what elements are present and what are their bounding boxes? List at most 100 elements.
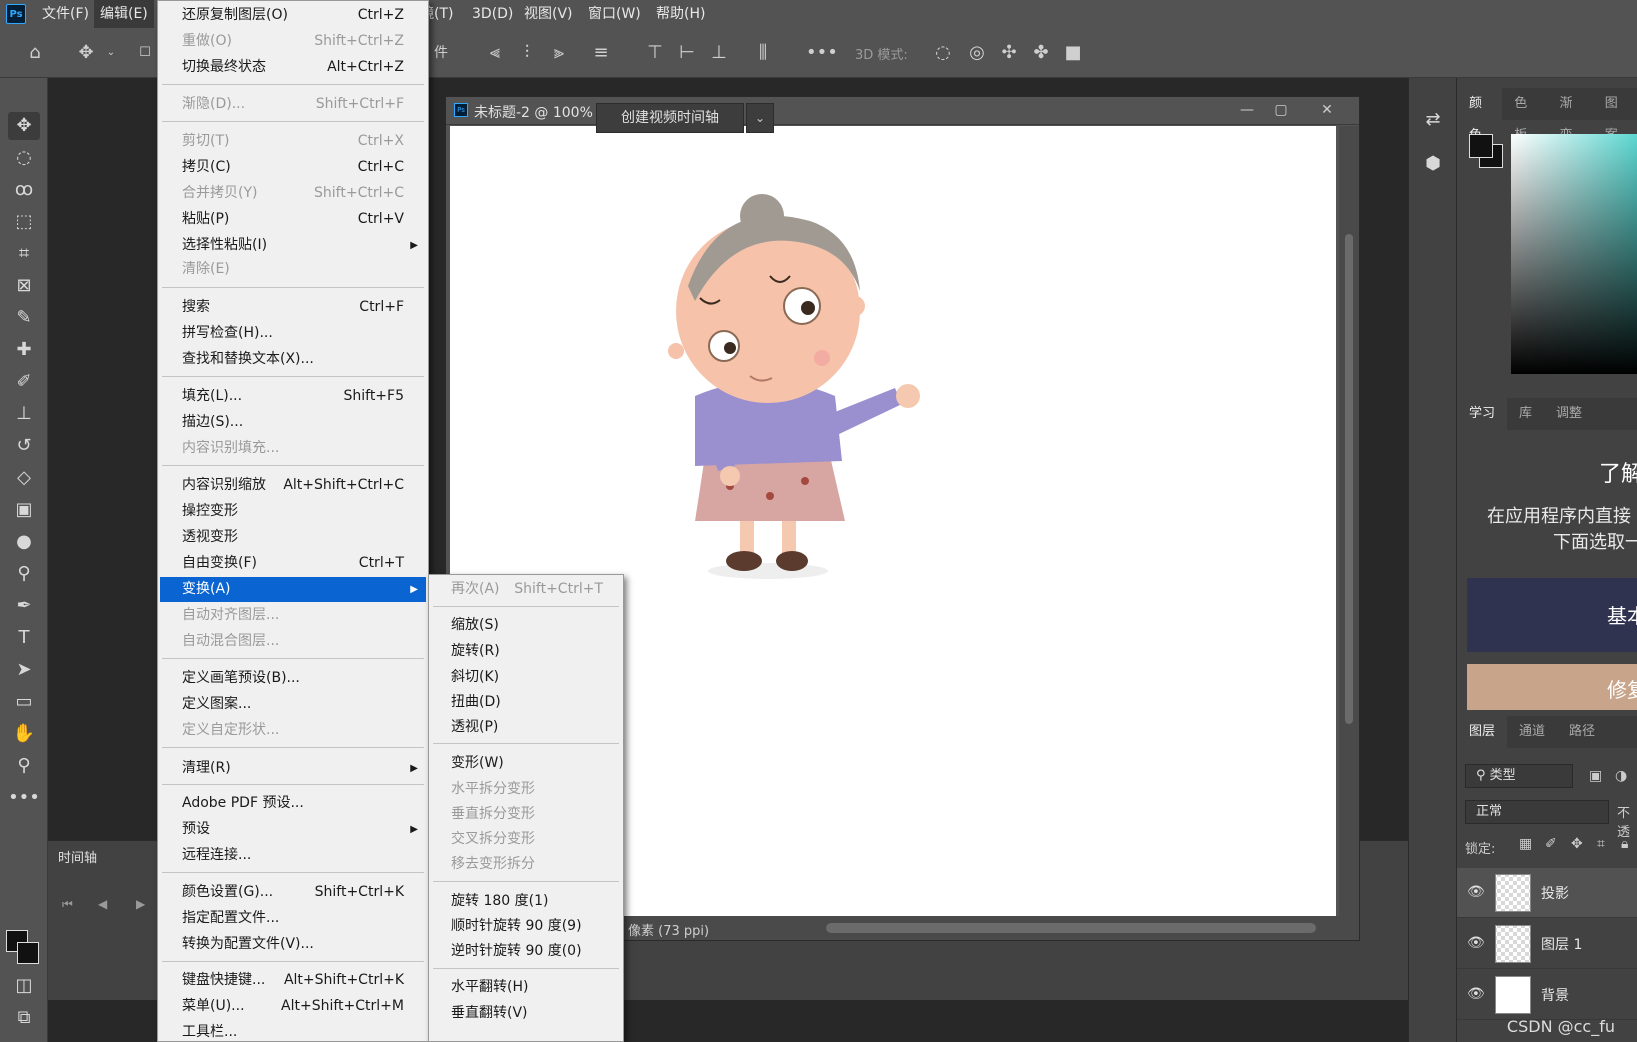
- history-brush-icon[interactable]: ↺: [8, 432, 40, 460]
- zoom-tool-icon[interactable]: ⚲: [8, 752, 40, 780]
- rectangle-tool-icon[interactable]: ▭: [8, 688, 40, 716]
- layer-filter-select[interactable]: ⚲ 类型: [1465, 764, 1573, 788]
- vertical-scroll-thumb[interactable]: [1345, 234, 1353, 724]
- tab-layers[interactable]: 图层: [1457, 716, 1508, 748]
- adjust-filter-icon[interactable]: ◑: [1615, 768, 1627, 784]
- 3d-orbit-icon[interactable]: ◌: [932, 42, 954, 64]
- close-icon[interactable]: ✕: [1313, 99, 1341, 121]
- marquee-tool-icon[interactable]: ◌: [8, 144, 40, 172]
- lock-position-icon[interactable]: ✥: [1571, 836, 1583, 852]
- chevron-down-icon[interactable]: ⌄: [100, 42, 122, 64]
- more-options-icon[interactable]: •••: [806, 42, 838, 64]
- tab-color[interactable]: 颜色: [1457, 88, 1503, 143]
- first-frame-icon[interactable]: ⏮: [62, 897, 73, 912]
- image-filter-icon[interactable]: ▣: [1589, 768, 1602, 784]
- eyedropper-tool-icon[interactable]: ✎: [8, 304, 40, 332]
- menu-item-puppet-warp[interactable]: 操控变形: [160, 499, 426, 524]
- tab-adjustments[interactable]: 调整: [1544, 398, 1594, 430]
- menu-item-free-transform[interactable]: 自由变换(F) Ctrl+T: [160, 551, 426, 576]
- align-middle-icon[interactable]: ⊢: [676, 42, 698, 64]
- history-panel-icon[interactable]: ⇄: [1417, 106, 1449, 134]
- menu-item-perspective-warp[interactable]: 透视变形: [160, 525, 426, 550]
- maximize-icon[interactable]: ▢: [1267, 99, 1295, 121]
- stamp-tool-icon[interactable]: ⊥: [8, 400, 40, 428]
- vertical-scrollbar[interactable]: [1339, 126, 1359, 916]
- menu-item-spell-check[interactable]: 拼写检查(H)...: [160, 321, 426, 346]
- menu-item-fade[interactable]: 渐隐(D)... Shift+Ctrl+F: [160, 92, 426, 117]
- menu-window[interactable]: 窗口(W): [582, 0, 647, 28]
- menu-item-convert-profile[interactable]: 转换为配置文件(V)...: [160, 932, 426, 957]
- menu-file[interactable]: 文件(F): [36, 0, 95, 28]
- menu-edit[interactable]: 编辑(E): [94, 0, 154, 28]
- crop-tool-icon[interactable]: ⌗: [8, 240, 40, 268]
- menu-item-paste[interactable]: 粘贴(P) Ctrl+V: [160, 207, 426, 232]
- submenu-item-distort[interactable]: 扭曲(D): [431, 690, 621, 715]
- lock-transparent-icon[interactable]: ▦: [1519, 836, 1532, 852]
- submenu-item-skew[interactable]: 斜切(K): [431, 665, 621, 690]
- submenu-item-split-horizontal[interactable]: 水平拆分变形: [431, 777, 621, 802]
- align-left-icon[interactable]: ⫷: [484, 42, 506, 64]
- submenu-item-split-cross[interactable]: 交叉拆分变形: [431, 827, 621, 852]
- menu-item-auto-align-layers[interactable]: 自动对齐图层...: [160, 603, 426, 628]
- submenu-item-again[interactable]: 再次(A) Shift+Ctrl+T: [431, 577, 621, 602]
- align-bottom-icon[interactable]: ⊥: [708, 42, 730, 64]
- menu-item-color-settings[interactable]: 颜色设置(G)... Shift+Ctrl+K: [160, 880, 426, 905]
- move-tool-icon[interactable]: ✥: [75, 42, 97, 64]
- 3d-camera-icon[interactable]: ■: [1062, 42, 1084, 64]
- menu-item-menus[interactable]: 菜单(U)... Alt+Shift+Ctrl+M: [160, 994, 426, 1019]
- healing-brush-icon[interactable]: ✚: [8, 336, 40, 364]
- minimize-icon[interactable]: —: [1233, 99, 1261, 121]
- tab-channels[interactable]: 通道: [1507, 716, 1557, 748]
- blend-mode-select[interactable]: 正常: [1465, 800, 1609, 824]
- tab-patterns[interactable]: 图案: [1593, 88, 1637, 143]
- menu-item-copy-merged[interactable]: 合并拷贝(Y) Shift+Ctrl+C: [160, 181, 426, 206]
- menu-3d[interactable]: 3D(D): [466, 0, 519, 28]
- background-color-swatch[interactable]: [17, 942, 39, 964]
- tab-learn[interactable]: 学习: [1457, 398, 1508, 430]
- prev-frame-icon[interactable]: ◀: [98, 897, 107, 911]
- menu-item-paste-special[interactable]: 选择性粘贴(I) ▶: [160, 233, 426, 258]
- menu-item-transform[interactable]: 变换(A) ▶: [160, 577, 426, 602]
- menu-item-presets[interactable]: 预设 ▶: [160, 817, 426, 842]
- submenu-item-warp[interactable]: 变形(W): [431, 751, 621, 776]
- frame-tool-icon[interactable]: ⊠: [8, 272, 40, 300]
- lock-pixels-icon[interactable]: ✐: [1545, 836, 1557, 852]
- menu-item-stroke[interactable]: 描边(S)...: [160, 410, 426, 435]
- quick-mask-icon[interactable]: ◫: [8, 972, 40, 1000]
- menu-item-content-aware-fill[interactable]: 内容识别填充...: [160, 436, 426, 461]
- menu-item-cut[interactable]: 剪切(T) Ctrl+X: [160, 129, 426, 154]
- menu-item-auto-blend-layers[interactable]: 自动混合图层...: [160, 629, 426, 654]
- menu-help[interactable]: 帮助(H): [650, 0, 711, 28]
- visibility-eye-icon[interactable]: 👁︎: [1467, 884, 1485, 900]
- brush-tool-icon[interactable]: ✐: [8, 368, 40, 396]
- eraser-tool-icon[interactable]: ◇: [8, 464, 40, 492]
- path-select-icon[interactable]: ➤: [8, 656, 40, 684]
- hand-tool-icon[interactable]: ✋: [8, 720, 40, 748]
- submenu-item-rotate-180[interactable]: 旋转 180 度(1): [431, 889, 621, 914]
- pen-tool-icon[interactable]: ✒: [8, 592, 40, 620]
- object-select-tool-icon[interactable]: ⬚: [8, 208, 40, 236]
- submenu-item-rotate[interactable]: 旋转(R): [431, 639, 621, 664]
- menu-item-keyboard-shortcuts[interactable]: 键盘快捷键... Alt+Shift+Ctrl+K: [160, 968, 426, 993]
- lasso-tool-icon[interactable]: ꝏ: [8, 176, 40, 204]
- play-icon[interactable]: ▶: [136, 897, 145, 911]
- menu-item-toolbar[interactable]: 工具栏...: [160, 1020, 426, 1041]
- menu-item-copy[interactable]: 拷贝(C) Ctrl+C: [160, 155, 426, 180]
- layer-row[interactable]: 👁︎ 背景: [1457, 970, 1637, 1020]
- tab-gradients[interactable]: 渐变: [1548, 88, 1593, 143]
- align-center-icon[interactable]: ⫶: [516, 42, 538, 64]
- submenu-item-flip-horizontal[interactable]: 水平翻转(H): [431, 975, 621, 1000]
- menu-item-redo[interactable]: 重做(O) Shift+Ctrl+Z: [160, 29, 426, 54]
- submenu-item-flip-vertical[interactable]: 垂直翻转(V): [431, 1001, 621, 1026]
- submenu-item-rotate-90-ccw[interactable]: 逆时针旋转 90 度(0): [431, 939, 621, 964]
- move-tool-icon[interactable]: ✥: [8, 112, 40, 140]
- menu-item-define-pattern[interactable]: 定义图案...: [160, 692, 426, 717]
- submenu-item-scale[interactable]: 缩放(S): [431, 613, 621, 638]
- menu-item-search[interactable]: 搜索 Ctrl+F: [160, 295, 426, 320]
- tab-swatches[interactable]: 色板: [1502, 88, 1547, 143]
- gradient-tool-icon[interactable]: ▣: [8, 496, 40, 524]
- lock-artboard-icon[interactable]: ⌗: [1597, 836, 1605, 852]
- learn-card-repair[interactable]: 修复: [1467, 664, 1637, 710]
- menu-item-pdf-presets[interactable]: Adobe PDF 预设...: [160, 791, 426, 816]
- create-video-timeline-button[interactable]: 创建视频时间轴: [596, 103, 744, 133]
